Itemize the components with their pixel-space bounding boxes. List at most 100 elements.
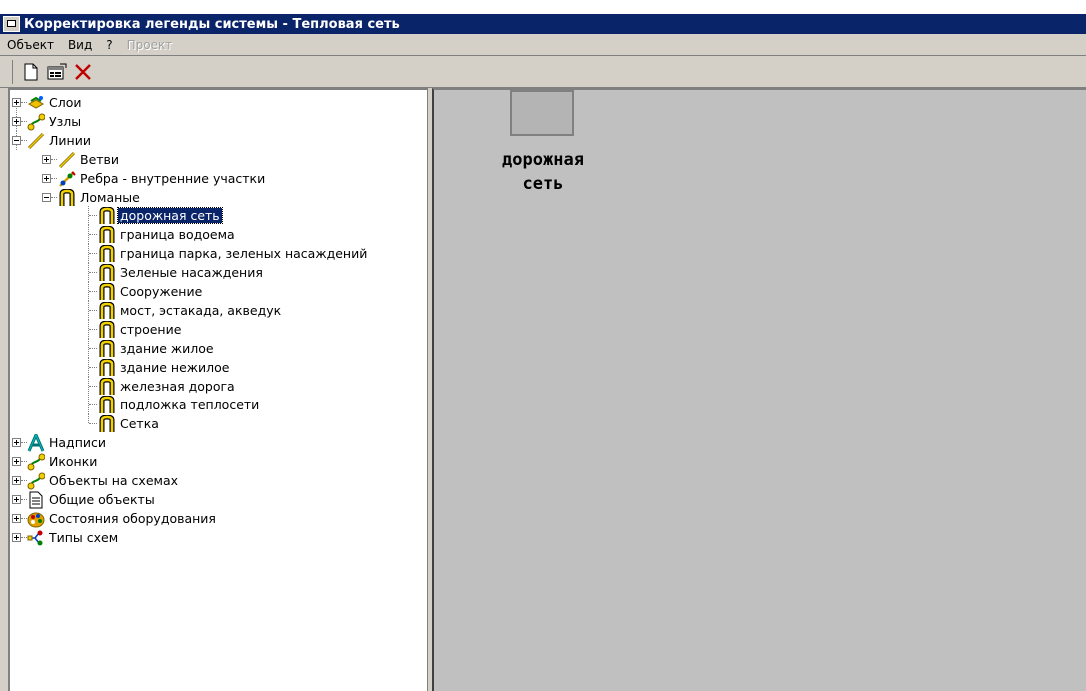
tree-node[interactable]: Ребра - внутренние участки (10, 169, 410, 188)
expand-icon[interactable] (12, 476, 21, 485)
menu-bar: Объект Вид ? Проект (0, 34, 1086, 56)
expander-bar (46, 156, 47, 162)
tree-node[interactable]: здание нежилое (10, 357, 410, 377)
tree-node-label[interactable]: подложка теплосети (118, 397, 261, 412)
expand-icon[interactable] (12, 532, 21, 542)
polyline-icon (98, 376, 116, 396)
tree-node-label[interactable]: Состояния оборудования (47, 511, 218, 526)
tree-node-label[interactable]: Надписи (47, 435, 108, 450)
expander-bar (16, 100, 17, 105)
menu-object[interactable]: Объект (0, 38, 61, 52)
tree-node[interactable]: дорожная сеть (10, 206, 410, 226)
tree-node[interactable]: Узлы (10, 111, 410, 131)
tree-node-label[interactable]: Ломаные (78, 190, 142, 205)
collapse-icon[interactable] (12, 135, 21, 145)
tree-node[interactable]: строение (10, 319, 410, 339)
tree-node-label[interactable]: Сооружение (118, 284, 204, 299)
expand-icon[interactable] (12, 457, 21, 467)
legend-caption: дорожная сеть (458, 148, 628, 196)
menu-help[interactable]: ? (99, 38, 119, 52)
expander-bar (16, 459, 17, 465)
polyline-icon (98, 263, 116, 282)
expander-bar (16, 440, 17, 446)
tree-node[interactable]: Ломаные (10, 187, 410, 207)
tree-node-label[interactable]: Узлы (47, 114, 83, 129)
edges-icon (58, 170, 76, 188)
tree-node-label[interactable]: здание нежилое (118, 360, 232, 375)
tree-node-label[interactable]: Объекты на схемах (47, 473, 180, 488)
tree-node-label[interactable]: Сетка (118, 416, 161, 431)
tree-node[interactable]: Линии (10, 130, 410, 150)
tree-node-label[interactable]: Зеленые насаждения (118, 265, 265, 280)
line-icon (58, 151, 76, 169)
tree-node[interactable]: Слои (10, 93, 410, 121)
tree-node[interactable]: Типы схем (10, 528, 410, 547)
tree-node-label[interactable]: железная дорога (118, 379, 237, 394)
tree-node[interactable]: граница водоема (10, 225, 410, 245)
polyline-icon (98, 301, 116, 320)
expander-dash (14, 139, 19, 141)
expand-icon[interactable] (42, 173, 51, 183)
tree-connector (89, 347, 97, 349)
tree-node[interactable]: Ветви (10, 150, 410, 169)
tree-node[interactable]: Иконки (10, 452, 410, 471)
tree-node-label[interactable]: Иконки (47, 454, 99, 469)
tree-node-label[interactable]: граница водоема (118, 227, 237, 242)
collapse-icon[interactable] (42, 192, 51, 202)
tree-node[interactable]: мост, эстакада, акведук (10, 300, 410, 320)
new-document-icon (24, 63, 38, 81)
text-a-icon (27, 431, 45, 452)
menu-view[interactable]: Вид (61, 38, 99, 52)
new-button[interactable] (19, 61, 43, 83)
tree-node[interactable]: Состояния оборудования (10, 509, 410, 528)
tree-connector (89, 272, 97, 274)
tree-node[interactable]: граница парка, зеленых насаждений (10, 244, 410, 264)
tree-node-label[interactable]: Линии (47, 133, 93, 148)
tree-node[interactable]: Сетка (10, 414, 410, 433)
tree-connector (89, 291, 97, 292)
window-title: Корректировка легенды системы - Тепловая… (24, 16, 400, 32)
expand-icon[interactable] (42, 154, 51, 164)
tree-node-label[interactable]: Общие объекты (47, 492, 157, 507)
expander-bar (16, 534, 17, 540)
tree-node-label[interactable]: строение (118, 322, 183, 337)
tree-connector (89, 215, 97, 217)
expander-bar (46, 175, 47, 181)
tree-node[interactable]: Общие объекты (10, 490, 410, 509)
tree-node[interactable]: Зеленые насаждения (10, 263, 410, 283)
tree-connector (51, 158, 57, 160)
schema-icon (27, 529, 45, 547)
tree-node-label[interactable]: Ветви (78, 152, 121, 167)
tree-node-label[interactable]: граница парка, зеленых насаждений (118, 246, 369, 261)
tree-node[interactable]: железная дорога (10, 376, 410, 396)
tree-node-label[interactable]: Типы схем (47, 530, 120, 545)
expand-icon[interactable] (12, 98, 21, 107)
tree-node-label[interactable]: мост, эстакада, акведук (118, 303, 283, 318)
expand-icon[interactable] (12, 116, 21, 126)
polyline-icon (98, 320, 116, 339)
tree-node-label[interactable]: Слои (47, 95, 84, 110)
document-icon (27, 491, 45, 509)
polyline-icon (98, 282, 116, 301)
tree-connector (89, 423, 97, 425)
tree-node-label[interactable]: Ребра - внутренние участки (78, 171, 267, 186)
tree-connector (89, 309, 97, 311)
delete-button[interactable] (71, 61, 95, 83)
expand-icon[interactable] (12, 438, 21, 448)
delete-icon (75, 64, 91, 80)
tree-node-label[interactable]: дорожная сеть (117, 207, 223, 225)
tree-node[interactable]: Объекты на схемах (10, 471, 410, 490)
tree-node[interactable]: здание жилое (10, 338, 410, 358)
tree-node-label[interactable]: здание жилое (118, 341, 216, 356)
expand-icon[interactable] (12, 513, 21, 523)
polyline-icon (58, 187, 76, 207)
tree-node[interactable]: подложка теплосети (10, 395, 410, 415)
nodes-icon (27, 453, 46, 471)
tree-node[interactable]: Надписи (10, 431, 410, 452)
nodes-icon (27, 472, 46, 490)
properties-button[interactable] (45, 61, 69, 83)
palette-icon (27, 510, 45, 528)
legend-tree[interactable]: Слои Узлы Линии Ветви Ребра - внутренние уча… (8, 88, 428, 691)
tree-node[interactable]: Сооружение (10, 282, 410, 301)
expand-icon[interactable] (12, 494, 21, 504)
